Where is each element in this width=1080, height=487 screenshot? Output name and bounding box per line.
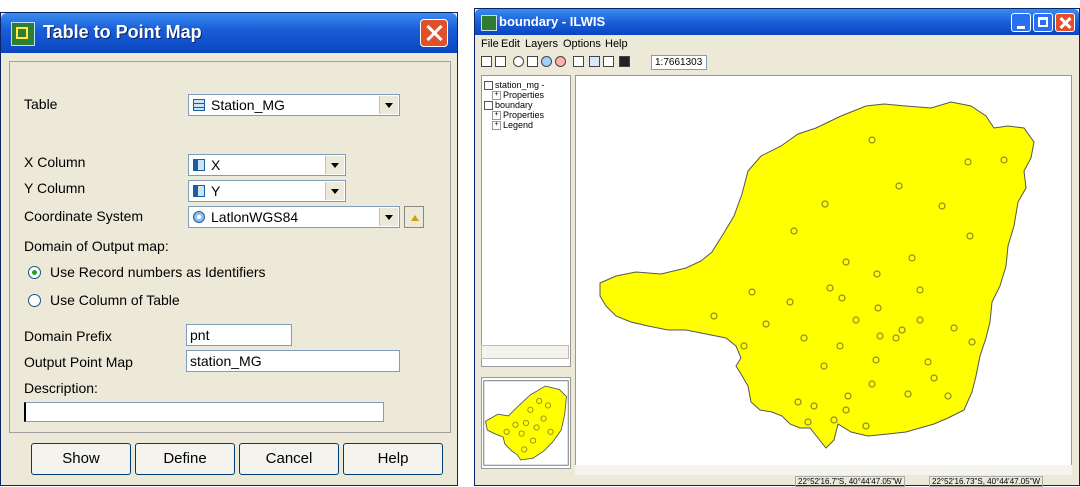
y-column-label: Y Column — [24, 180, 86, 196]
radio-column-of-table[interactable] — [28, 294, 41, 307]
map-view[interactable] — [575, 75, 1072, 473]
description-label: Description: — [24, 380, 98, 396]
x-column-select[interactable]: X — [188, 154, 346, 176]
coordinate-system-label: Coordinate System — [24, 208, 144, 224]
save-icon[interactable] — [619, 56, 630, 67]
layer-station-mg-label: station_mg - — [495, 80, 545, 90]
print-icon[interactable] — [603, 56, 614, 67]
dialog-title-bar[interactable]: Table to Point Map — [1, 13, 457, 53]
layer-boundary-legend[interactable]: + Legend — [492, 120, 534, 131]
expand-icon[interactable]: + — [492, 121, 501, 131]
globe-icon — [193, 211, 205, 223]
chevron-down-icon[interactable] — [379, 96, 398, 114]
entire-map-icon[interactable] — [481, 56, 492, 67]
menu-file[interactable]: File — [481, 38, 499, 50]
layer-boundary[interactable]: boundary — [484, 100, 533, 111]
define-button[interactable]: Define — [135, 443, 235, 475]
chevron-down-icon[interactable] — [379, 208, 398, 226]
toolbar: 1:7661303 — [475, 53, 1079, 73]
menu-help[interactable]: Help — [605, 38, 628, 50]
layer-station-mg[interactable]: station_mg - — [484, 80, 545, 91]
dialog-form: Table Station_MG X Column X Y Column Y C… — [9, 61, 451, 433]
status-coordinates: 22°52'16.7"S, 40°44'47.05"W — [795, 476, 905, 487]
measure-distance-icon[interactable] — [513, 56, 524, 67]
legend-label: Legend — [503, 120, 534, 130]
menu-layers[interactable]: Layers — [525, 38, 558, 50]
maximize-button[interactable] — [1033, 13, 1053, 32]
layer-management-pane: station_mg - + Properties boundary + Prope… — [481, 75, 571, 367]
expand-icon[interactable]: + — [492, 91, 501, 101]
coordinate-system-select[interactable]: LatlonWGS84 — [188, 206, 400, 228]
checkbox-icon[interactable] — [484, 81, 493, 91]
radio-record-numbers-label[interactable]: Use Record numbers as Identifiers — [50, 264, 266, 280]
description-input[interactable] — [24, 402, 384, 422]
select-pointer-icon[interactable] — [573, 56, 584, 67]
output-point-map-input[interactable]: station_MG — [186, 350, 400, 372]
x-column-value: X — [211, 157, 221, 173]
redraw-icon[interactable] — [495, 56, 506, 67]
properties-label: Properties — [503, 110, 545, 120]
menu-edit[interactable]: Edit — [501, 38, 520, 50]
table-select-value: Station_MG — [211, 97, 285, 113]
menu-options[interactable]: Options — [563, 38, 601, 50]
y-column-value: Y — [211, 183, 221, 199]
domain-prefix-input[interactable]: pnt — [186, 324, 292, 346]
cancel-button[interactable]: Cancel — [239, 443, 339, 475]
y-column-select[interactable]: Y — [188, 180, 346, 202]
overview-map — [483, 380, 569, 466]
zoom-out-icon[interactable] — [555, 56, 566, 67]
chevron-down-icon[interactable] — [325, 182, 344, 200]
domain-heading: Domain of Output map: — [24, 238, 169, 254]
x-column-label: X Column — [24, 154, 86, 170]
checkbox-icon[interactable] — [484, 101, 493, 111]
minimize-button[interactable] — [1011, 13, 1031, 32]
column-icon — [193, 185, 205, 197]
zoom-in-icon[interactable] — [541, 56, 552, 67]
table-label: Table — [24, 96, 58, 112]
layer-boundary-label: boundary — [495, 100, 533, 110]
table-select[interactable]: Station_MG — [188, 94, 400, 116]
window-close-button[interactable] — [1055, 13, 1075, 32]
ilwis-app-icon — [481, 15, 497, 31]
pan-icon[interactable] — [527, 56, 538, 67]
layer-pane-scrollbar[interactable] — [481, 345, 569, 359]
radio-column-of-table-label[interactable]: Use Column of Table — [50, 292, 180, 308]
window-title: boundary - ILWIS — [499, 14, 606, 29]
coordinate-system-value: LatlonWGS84 — [211, 209, 299, 225]
create-coordinate-system-button[interactable] — [404, 206, 424, 228]
ilwis-map-window: boundary - ILWIS File Edit Layers Option… — [474, 8, 1080, 487]
overview-window[interactable] — [481, 377, 571, 469]
menu-bar: File Edit Layers Options Help — [475, 35, 1079, 53]
status-coordinates-2: 22°52'16.73"S, 40°44'47.05"W — [929, 476, 1044, 487]
window-title-bar[interactable]: boundary - ILWIS — [475, 9, 1079, 35]
output-point-map-label: Output Point Map — [24, 354, 133, 370]
copy-icon[interactable] — [589, 56, 600, 67]
radio-record-numbers[interactable] — [28, 266, 41, 279]
table-to-point-map-dialog: Table to Point Map Table Station_MG X Co… — [0, 12, 458, 486]
help-button[interactable]: Help — [343, 443, 443, 475]
table-icon — [193, 99, 205, 111]
boundary-polygon — [599, 101, 1035, 449]
properties-label: Properties — [503, 90, 545, 100]
expand-icon[interactable]: + — [492, 111, 501, 121]
layer-boundary-properties[interactable]: + Properties — [492, 110, 545, 121]
boundary-map[interactable] — [576, 76, 1071, 472]
column-icon — [193, 159, 205, 171]
domain-prefix-label: Domain Prefix — [24, 328, 112, 344]
status-bar: 22°52'16.7"S, 40°44'47.05"W 22°52'16.73"… — [475, 475, 1079, 487]
ilwis-app-icon — [11, 22, 35, 46]
layer-station-mg-properties[interactable]: + Properties — [492, 90, 545, 101]
dialog-close-button[interactable] — [420, 19, 448, 47]
scale-input[interactable]: 1:7661303 — [651, 55, 707, 70]
dialog-title: Table to Point Map — [43, 22, 202, 42]
map-scrollbar[interactable] — [575, 465, 1072, 475]
show-button[interactable]: Show — [31, 443, 131, 475]
chevron-down-icon[interactable] — [325, 156, 344, 174]
